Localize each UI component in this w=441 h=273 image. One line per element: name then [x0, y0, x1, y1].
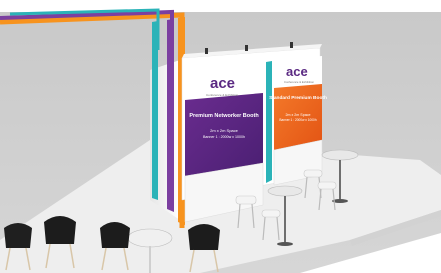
right-panel-logo-tag: Conference & Exhibition — [284, 80, 314, 84]
high-table-top-middle — [267, 185, 303, 197]
right-panel-banner: Banner 1 : 2000w x 1000h — [279, 118, 316, 122]
left-panel-title: Premium Networker Booth — [189, 113, 259, 119]
right-panel-orange — [274, 84, 322, 150]
left-panel-logo: ace — [210, 75, 235, 92]
spotlight-2 — [245, 45, 248, 51]
right-panel-logo: ace — [286, 64, 308, 79]
left-panel-size: 2m x 2m Space — [210, 128, 239, 133]
right-panel-title: Standard Premium Booth — [269, 95, 327, 101]
high-table-top-right — [321, 149, 359, 161]
side-stripe-purple — [167, 19, 174, 212]
booth-render-scene: ace Conference & Exhibition Premium Netw… — [0, 0, 441, 273]
high-table-base-middle — [277, 242, 293, 246]
left-panel-banner: Banner 1 : 2000w x 1000h — [203, 135, 245, 139]
spotlight-3 — [290, 42, 293, 48]
coffee-table-top — [127, 228, 173, 248]
left-panel-logo-tag: Conference & Exhibition — [206, 93, 239, 97]
spotlight-1 — [205, 48, 208, 54]
right-panel-size: 2m x 2m Space — [286, 113, 311, 117]
side-stripe-teal — [152, 21, 158, 200]
panel-divider-teal — [266, 61, 272, 183]
